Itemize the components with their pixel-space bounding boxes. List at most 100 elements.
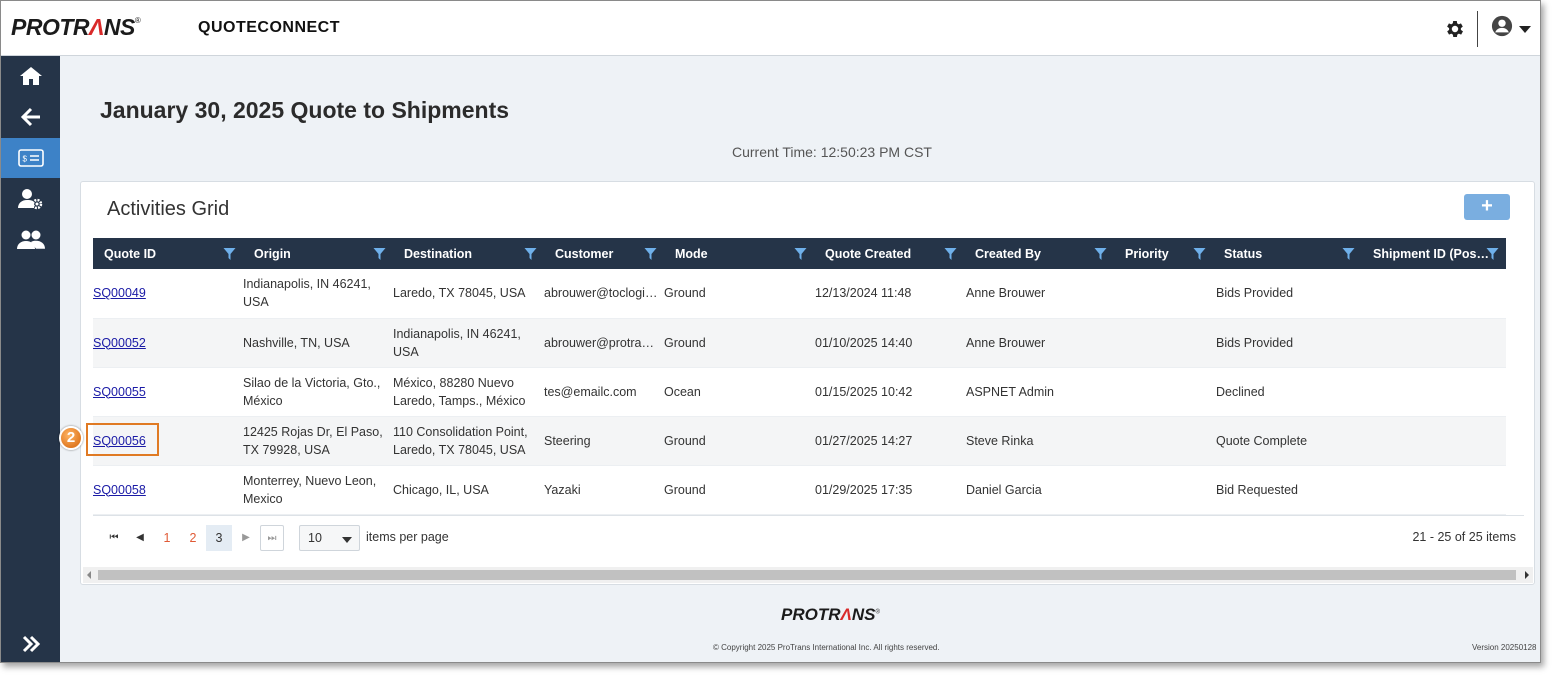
filter-icon[interactable] bbox=[1486, 248, 1499, 260]
created-by-cell: Daniel Garcia bbox=[964, 465, 1114, 515]
shipment-id-cell bbox=[1362, 269, 1506, 319]
quote-created-cell: 01/10/2025 14:40 bbox=[814, 318, 964, 368]
grid-title: Activities Grid bbox=[107, 198, 230, 220]
user-avatar-icon[interactable] bbox=[1491, 15, 1513, 37]
quote-id-link[interactable]: SQ00058 bbox=[93, 483, 146, 497]
column-header-mode[interactable]: Mode bbox=[664, 238, 814, 269]
priority-cell bbox=[1114, 416, 1213, 466]
mode-cell: Ground bbox=[664, 318, 814, 368]
quote-created-cell: 01/27/2025 14:27 bbox=[814, 416, 964, 466]
filter-icon[interactable] bbox=[644, 248, 657, 260]
scroll-right-icon[interactable] bbox=[1525, 571, 1529, 579]
table-row[interactable]: SQ00055 Silao de la Victoria, Gto., Méxi… bbox=[93, 367, 1506, 417]
top-bar: PROTRΛNS® QUOTECONNECT bbox=[1, 1, 1540, 56]
pager-page-2[interactable]: 2 bbox=[180, 525, 206, 551]
column-header-status[interactable]: Status bbox=[1213, 238, 1362, 269]
customer-cell: tes@emailc.com bbox=[544, 367, 664, 417]
protrans-logo[interactable]: PROTRΛNS® bbox=[11, 14, 141, 41]
column-header-origin[interactable]: Origin bbox=[243, 238, 393, 269]
destination-cell: Chicago, IL, USA bbox=[393, 465, 544, 515]
filter-icon[interactable] bbox=[1193, 248, 1206, 260]
origin-cell: Monterrey, Nuevo Leon, Mexico bbox=[243, 465, 393, 515]
column-header-created-by[interactable]: Created By bbox=[964, 238, 1114, 269]
sidebar-item-quotes[interactable]: $ bbox=[1, 138, 60, 178]
column-header-quote-created[interactable]: Quote Created bbox=[814, 238, 964, 269]
status-cell: Bids Provided bbox=[1213, 269, 1362, 319]
quote-id-link[interactable]: SQ00055 bbox=[93, 385, 146, 399]
chevron-down-icon bbox=[342, 537, 352, 543]
app-title: QUOTECONNECT bbox=[198, 19, 340, 36]
origin-cell: Silao de la Victoria, Gto., México bbox=[243, 367, 393, 417]
filter-icon[interactable] bbox=[373, 248, 386, 260]
items-per-page-label: items per page bbox=[366, 530, 449, 544]
status-cell: Declined bbox=[1213, 367, 1362, 417]
created-by-cell: Anne Brouwer bbox=[964, 318, 1114, 368]
pager-prev-button[interactable]: ◀ bbox=[129, 525, 151, 551]
sidebar-item-user-settings[interactable] bbox=[1, 179, 60, 219]
activities-grid-card: Activities Grid + Quote ID Origin Destin… bbox=[80, 181, 1535, 585]
pager-first-button[interactable]: ⏮ bbox=[103, 525, 125, 551]
customer-cell: Steering bbox=[544, 416, 664, 466]
page-size-value: 10 bbox=[308, 531, 322, 545]
page-size-select[interactable]: 10 bbox=[299, 525, 360, 551]
scrollbar-thumb[interactable] bbox=[98, 570, 1516, 580]
mode-cell: Ground bbox=[664, 416, 814, 466]
customer-cell: abrouwer@protran… bbox=[544, 318, 664, 368]
quote-created-cell: 01/29/2025 17:35 bbox=[814, 465, 964, 515]
horizontal-scrollbar[interactable] bbox=[83, 567, 1533, 583]
sidebar-item-back[interactable] bbox=[1, 97, 60, 137]
sidebar: $ bbox=[1, 56, 60, 662]
filter-icon[interactable] bbox=[1094, 248, 1107, 260]
pager-next-button[interactable]: ▶ bbox=[235, 525, 257, 551]
status-cell: Bid Requested bbox=[1213, 465, 1362, 515]
svg-text:$: $ bbox=[22, 155, 27, 164]
add-button[interactable]: + bbox=[1464, 194, 1510, 220]
customer-cell: abrouwer@toclogis… bbox=[544, 269, 664, 319]
items-range: 21 - 25 of 25 items bbox=[1412, 530, 1516, 544]
chevron-down-icon[interactable] bbox=[1519, 26, 1531, 33]
footer-logo: PROTRΛNS® bbox=[781, 605, 880, 624]
sidebar-item-home[interactable] bbox=[1, 56, 60, 96]
filter-icon[interactable] bbox=[1342, 248, 1355, 260]
table-row[interactable]: SQ00056 12425 Rojas Dr, El Paso, TX 7992… bbox=[93, 416, 1506, 466]
destination-cell: Indianapolis, IN 46241, USA bbox=[393, 318, 544, 368]
quote-id-link[interactable]: SQ00052 bbox=[93, 336, 146, 350]
quote-created-cell: 01/15/2025 10:42 bbox=[814, 367, 964, 417]
column-header-shipment-id[interactable]: Shipment ID (Pos… bbox=[1362, 238, 1506, 269]
pager-last-button[interactable]: ⏭ bbox=[260, 525, 284, 551]
scroll-left-icon[interactable] bbox=[87, 571, 91, 579]
created-by-cell: Anne Brouwer bbox=[964, 269, 1114, 319]
annotation-highlight bbox=[86, 423, 159, 456]
filter-icon[interactable] bbox=[794, 248, 807, 260]
table-row[interactable]: SQ00052 Nashville, TN, USA Indianapolis,… bbox=[93, 318, 1506, 368]
shipment-id-cell bbox=[1362, 465, 1506, 515]
destination-cell: Laredo, TX 78045, USA bbox=[393, 269, 544, 319]
column-header-priority[interactable]: Priority bbox=[1114, 238, 1213, 269]
column-header-quote-id[interactable]: Quote ID bbox=[93, 238, 243, 269]
column-header-destination[interactable]: Destination bbox=[393, 238, 544, 269]
app-window: PROTRΛNS® QUOTECONNECT $ January 30, 202… bbox=[0, 0, 1541, 663]
home-icon bbox=[19, 67, 42, 85]
quote-id-link[interactable]: SQ00049 bbox=[93, 286, 146, 300]
mode-cell: Ground bbox=[664, 465, 814, 515]
destination-cell: 110 Consolidation Point, Laredo, TX 7804… bbox=[393, 416, 544, 466]
table-row[interactable]: SQ00049 Indianapolis, IN 46241, USA Lare… bbox=[93, 269, 1506, 319]
filter-icon[interactable] bbox=[524, 248, 537, 260]
mode-cell: Ocean bbox=[664, 367, 814, 417]
pager-page-3[interactable]: 3 bbox=[206, 525, 232, 551]
page-title: January 30, 2025 Quote to Shipments bbox=[100, 97, 510, 123]
annotation-badge: 2 bbox=[59, 426, 83, 450]
gear-icon[interactable] bbox=[1444, 18, 1466, 40]
created-by-cell: Steve Rinka bbox=[964, 416, 1114, 466]
table-row[interactable]: SQ00058 Monterrey, Nuevo Leon, Mexico Ch… bbox=[93, 465, 1506, 515]
shipment-id-cell bbox=[1362, 318, 1506, 368]
origin-cell: Indianapolis, IN 46241, USA bbox=[243, 269, 393, 319]
pager-page-1[interactable]: 1 bbox=[154, 525, 180, 551]
mode-cell: Ground bbox=[664, 269, 814, 319]
column-header-customer[interactable]: Customer bbox=[544, 238, 664, 269]
filter-icon[interactable] bbox=[944, 248, 957, 260]
sidebar-expand-button[interactable] bbox=[1, 624, 60, 662]
destination-cell: México, 88280 Nuevo Laredo, Tamps., Méxi… bbox=[393, 367, 544, 417]
filter-icon[interactable] bbox=[223, 248, 236, 260]
sidebar-item-users[interactable] bbox=[1, 220, 60, 260]
